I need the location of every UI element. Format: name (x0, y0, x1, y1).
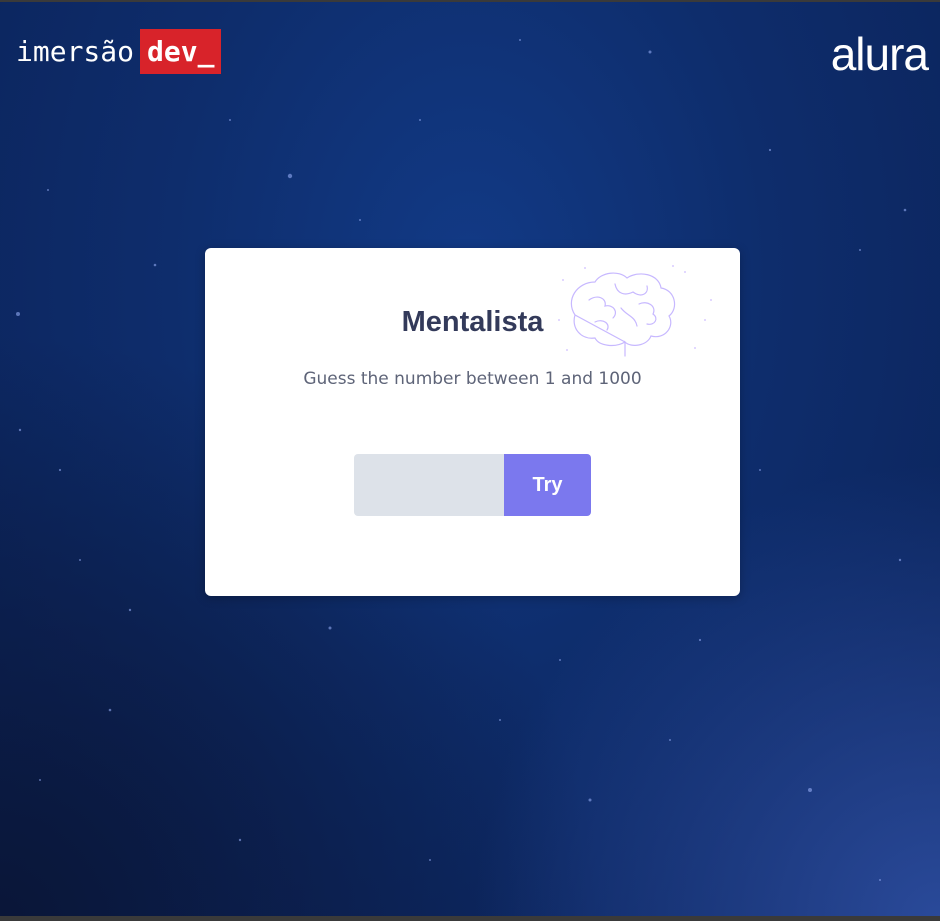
brand-word: imersão (16, 35, 135, 68)
guess-form: Try (354, 454, 591, 516)
window-bottom-border (0, 916, 940, 921)
guess-input[interactable] (354, 454, 504, 516)
brand-tag: dev_ (140, 29, 222, 74)
try-button[interactable]: Try (504, 454, 591, 516)
alura-logo: alura (830, 28, 929, 80)
imersao-dev-logo: imersão dev_ (16, 29, 222, 74)
page-title: Mentalista (401, 306, 544, 338)
game-card: Mentalista Guess the number between 1 an… (205, 248, 740, 596)
instructions-text: Guess the number between 1 and 1000 (303, 369, 642, 389)
